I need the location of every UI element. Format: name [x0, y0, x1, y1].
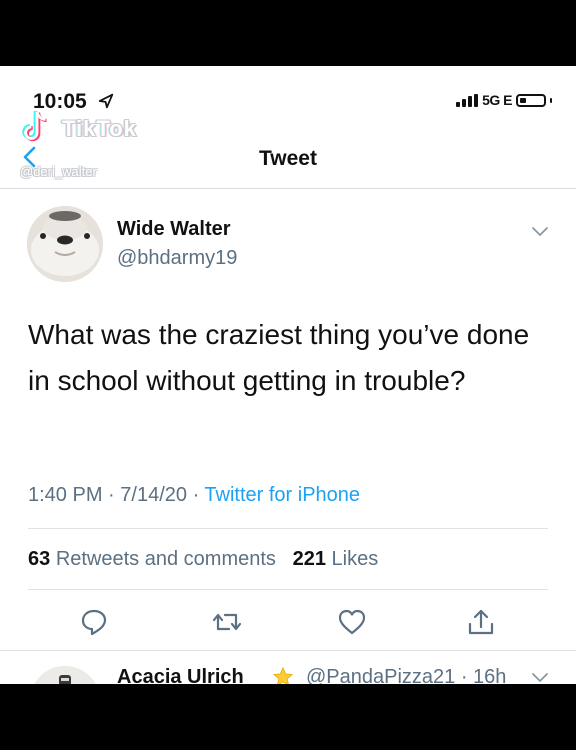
reply-options-chevron-icon[interactable] — [531, 672, 549, 684]
tiktok-logo-icon — [22, 110, 47, 142]
tweet-text: What was the craziest thing you’ve done … — [28, 319, 530, 396]
retweet-icon[interactable] — [212, 607, 242, 637]
tweet-date: 7/14/20 — [120, 484, 187, 506]
author-avatar[interactable] — [27, 206, 103, 282]
reply-icon[interactable] — [79, 607, 109, 637]
likes-count[interactable]: 221 — [293, 548, 326, 570]
tweet-time: 1:40 PM — [28, 484, 103, 506]
reply-avatar-image — [30, 666, 100, 684]
author-handle[interactable]: @bhdarmy19 — [117, 247, 237, 270]
tweet-source-link[interactable]: Twitter for iPhone — [204, 484, 360, 506]
meta-separator: · — [192, 484, 205, 506]
location-arrow-icon — [98, 93, 114, 109]
nav-divider — [0, 188, 576, 189]
tweet-stats: 63 Retweets and comments 221 Likes — [28, 548, 378, 571]
page-title: Tweet — [259, 147, 317, 170]
retweets-label[interactable]: Retweets and comments — [56, 548, 276, 570]
tweet-screen: 10:05 5G E TikTok @deri_walter Tweet Wid… — [0, 66, 576, 684]
divider — [0, 650, 576, 651]
divider — [28, 589, 548, 590]
battery-icon — [516, 93, 546, 107]
meta-separator: · — [108, 484, 121, 506]
network-type: 5G E — [482, 92, 512, 108]
battery-nub — [550, 97, 552, 103]
tweet-timestamp: 1:40 PM · 7/14/20 · Twitter for iPhone — [28, 484, 360, 507]
like-heart-icon[interactable] — [337, 607, 367, 637]
reply-author-name[interactable]: Acacia Ulrich — [117, 666, 244, 684]
star-emoji-icon — [272, 666, 294, 684]
signal-icon — [456, 93, 479, 107]
share-icon[interactable] — [466, 607, 496, 637]
more-options-chevron-icon[interactable] — [531, 226, 549, 238]
reply-avatar[interactable] — [30, 666, 100, 684]
dog-face-image — [27, 206, 103, 282]
tiktok-brand: TikTok — [62, 116, 137, 141]
retweets-count[interactable]: 63 — [28, 548, 50, 570]
status-indicators: 5G E — [456, 92, 552, 108]
reply-handle-time[interactable]: @PandaPizza21 · 16h — [306, 666, 506, 684]
author-name[interactable]: Wide Walter — [117, 218, 231, 241]
likes-label[interactable]: Likes — [332, 548, 379, 570]
divider — [28, 528, 548, 529]
